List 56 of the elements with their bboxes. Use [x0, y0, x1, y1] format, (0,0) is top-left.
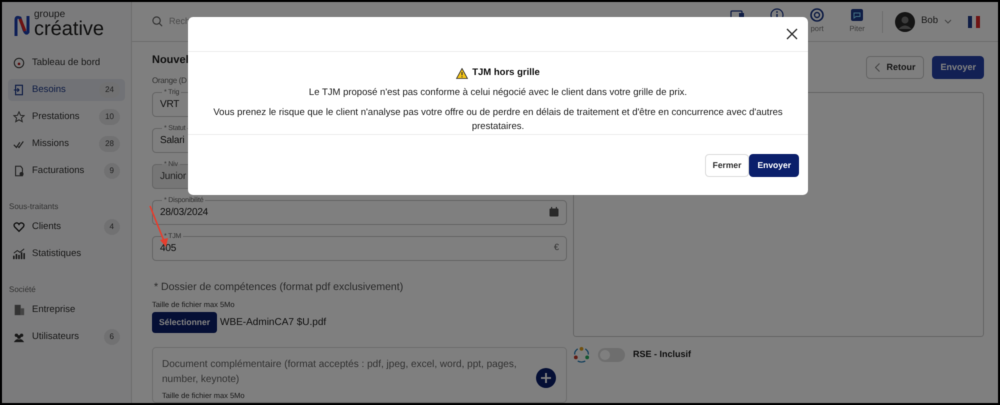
- logo-mark-icon: [14, 14, 30, 38]
- upload-label: * Dossier de compétences (format pdf exclusivement): [154, 280, 404, 294]
- lifebuoy-icon: [810, 8, 824, 22]
- gauge-icon: [13, 57, 25, 69]
- people-circle-icon: [573, 346, 590, 363]
- sign-in-icon: [13, 84, 25, 96]
- calendar-icon: [549, 207, 559, 217]
- double-check-icon: [13, 138, 25, 150]
- sidebar-item[interactable]: Besoins 24: [8, 79, 125, 101]
- warning-icon: [456, 68, 468, 79]
- page-subtitle: Orange (D: [152, 74, 188, 86]
- avatar-icon: [895, 12, 916, 32]
- section-title: Société: [8, 284, 37, 296]
- plus-icon[interactable]: [536, 368, 556, 388]
- heart-icon: [13, 221, 25, 233]
- section-title: Sous-traitants: [8, 201, 60, 213]
- sidebar-item[interactable]: Utilisateurs 6: [8, 326, 125, 348]
- chat-bubble-icon: [850, 8, 864, 22]
- back-button[interactable]: Retour: [866, 56, 924, 79]
- toggle-label: RSE - Inclusif: [633, 348, 692, 361]
- count-badge: 10: [99, 109, 120, 125]
- bar-chart-icon: [13, 248, 25, 260]
- sidebar-item[interactable]: Entreprise: [8, 299, 125, 321]
- document-icon: [13, 165, 25, 177]
- users-icon: [13, 331, 25, 343]
- count-badge: 24: [99, 82, 120, 98]
- chevron-left-icon: [875, 63, 880, 72]
- chevron-down-icon: [944, 18, 952, 24]
- sidebar-item[interactable]: Missions 28: [8, 133, 125, 155]
- page-title: Nouvel: [152, 53, 190, 68]
- send-button[interactable]: Envoyer: [932, 56, 984, 79]
- dialog-message: Le TJM proposé n'est pas conforme à celui négocié avec le client dans votre grille de prix.: [308, 86, 688, 100]
- sidebar-item[interactable]: Statistiques: [8, 243, 125, 265]
- sidebar-item[interactable]: Prestations 10: [8, 106, 125, 128]
- flag-icon[interactable]: [968, 16, 980, 28]
- count-badge: 4: [104, 219, 120, 235]
- building-icon: [13, 304, 25, 316]
- star-icon: [13, 111, 25, 123]
- send-button[interactable]: Envoyer: [749, 154, 799, 176]
- user-menu[interactable]: Bob: [895, 12, 952, 32]
- close-button[interactable]: Fermer: [704, 154, 750, 176]
- upload-label: Document complémentaire (format acceptés : pdf, jpeg, excel, word, ppt, pages, number, keynote): [162, 358, 518, 386]
- dialog-message: Vous prenez le risque que le client n'analyse pas votre offre ou de perdre en délais de traitement et d'être en concurrence avec d'autres prestataires.: [212, 106, 784, 134]
- search-icon: [152, 16, 163, 27]
- sidebar-item[interactable]: Tableau de bord: [8, 52, 125, 74]
- dialog-title: TJM hors grille: [472, 66, 540, 80]
- count-badge: 9: [104, 163, 120, 179]
- logo-text: groupe: [34, 10, 66, 20]
- file-name: WBE-AdminCA7 $U.pdf: [220, 316, 326, 330]
- count-badge: 6: [104, 329, 120, 345]
- sidebar-item[interactable]: Clients 4: [8, 216, 125, 238]
- sidebar-item[interactable]: Facturations 9: [8, 160, 125, 182]
- count-badge: 28: [99, 136, 120, 152]
- logo-text: créative: [34, 20, 104, 38]
- close-icon[interactable]: [786, 28, 798, 40]
- select-file-button[interactable]: Sélectionner: [152, 312, 218, 332]
